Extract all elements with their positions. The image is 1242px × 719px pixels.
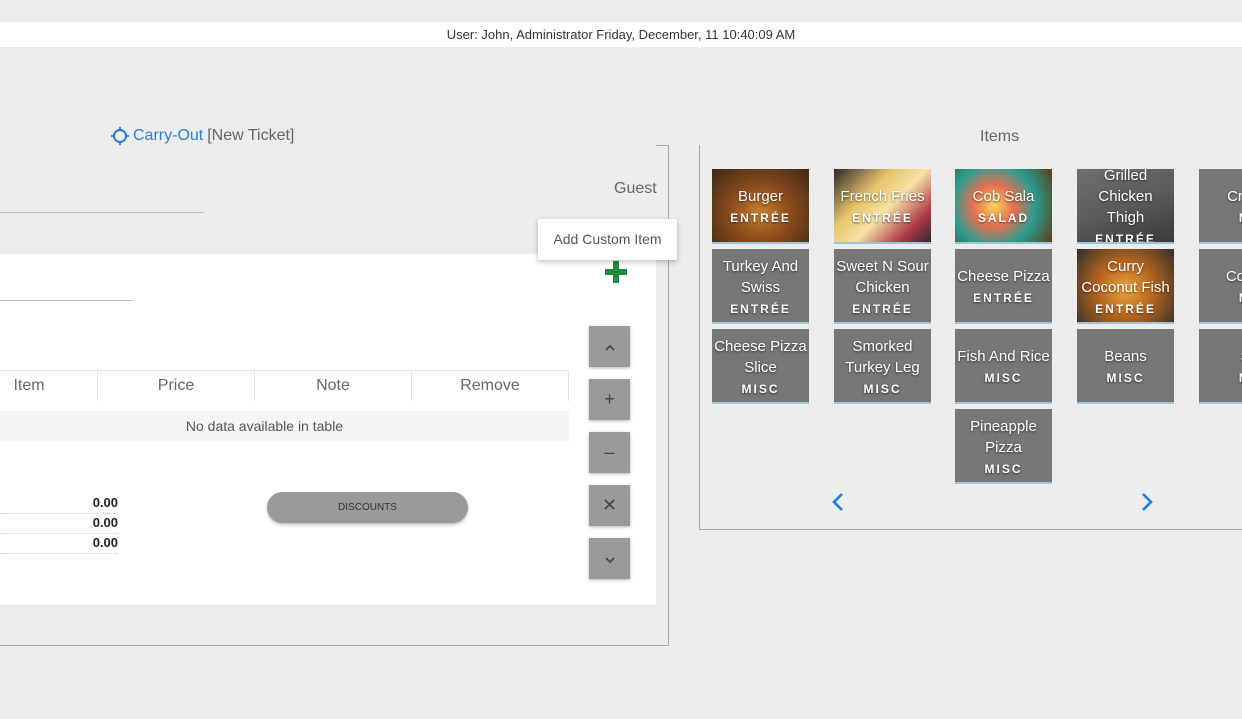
ticket-panel: Item Price Note Remove No data available… — [0, 254, 656, 605]
decrease-button[interactable]: – — [589, 432, 630, 473]
tile-content: Cheese Pizza ENTRÉE — [955, 249, 1052, 322]
tile-content: Smorked Turkey Leg MISC — [834, 329, 931, 402]
frame-line — [656, 145, 668, 146]
tile-category: SALAD — [977, 211, 1030, 225]
ticket-items-table: Item Price Note Remove No data available… — [0, 370, 569, 441]
tile-content: Pineapple Pizza MISC — [955, 409, 1052, 482]
menu-item-tile[interactable]: French Fries ENTRÉE — [834, 169, 931, 244]
menu-item-tile[interactable]: Beans MISC — [1077, 329, 1174, 404]
add-custom-item-tooltip: Add Custom Item — [538, 219, 677, 260]
discounts-button[interactable]: DISCOUNTS — [267, 492, 468, 523]
tile-category: MISC — [1106, 371, 1145, 385]
tile-content: Beans MISC — [1077, 329, 1174, 402]
menu-item-tile[interactable]: Fish And Rice MISC — [955, 329, 1052, 404]
tile-name: Cheese Pizza — [957, 268, 1050, 285]
tile-name: Beans — [1104, 348, 1147, 365]
menu-item-tile[interactable]: Cheese Pizza ENTRÉE — [955, 249, 1052, 324]
tile-name: Cocoa — [1225, 268, 1242, 285]
next-page-arrow-icon[interactable] — [1137, 490, 1157, 514]
menu-item-tile[interactable]: Pineapple Pizza MISC — [955, 409, 1052, 484]
user-info-text: User: John, Administrator Friday, Decemb… — [446, 27, 796, 42]
frame-line — [0, 645, 669, 646]
menu-item-tile[interactable]: Cheese Pizza Slice MISC — [712, 329, 809, 404]
tile-name: Crab I — [1227, 188, 1242, 205]
column-header-item[interactable]: Item — [0, 370, 98, 406]
items-panel-title: Items — [980, 128, 1020, 145]
panel-input-underline[interactable] — [0, 300, 133, 301]
tile-name: French Fries — [840, 188, 925, 205]
tile-name: Pineapple Pizza — [970, 417, 1037, 456]
tile-name: Fish And Rice — [957, 348, 1050, 365]
tile-category: MISC — [984, 461, 1023, 476]
menu-item-tile[interactable]: CocoaMI — [1199, 249, 1242, 324]
total-value: 0.00 — [0, 494, 118, 514]
tile-content: CocoaMI — [1199, 249, 1242, 322]
guest-label: Guest — [614, 180, 657, 197]
previous-page-arrow-icon[interactable] — [828, 490, 848, 514]
menu-item-tile[interactable]: Cob Sala SALAD — [955, 169, 1052, 244]
plus-icon: + — [604, 389, 615, 409]
column-header-price[interactable]: Price — [97, 370, 255, 406]
tile-content: Fish And Rice MISC — [955, 329, 1052, 402]
menu-item-tile[interactable]: Grilled Chicken Thigh ENTRÉE — [1077, 169, 1174, 244]
increase-button[interactable]: + — [589, 379, 630, 420]
tile-name: Burger — [737, 188, 784, 205]
tile-category: ENTRÉE — [1095, 232, 1156, 244]
close-icon: ✕ — [601, 495, 618, 515]
ticket-header: Carry-Out [New Ticket] — [111, 127, 294, 145]
chevron-up-icon — [604, 336, 616, 357]
chevron-down-icon — [604, 548, 616, 569]
tile-content: Cob Sala SALAD — [955, 169, 1052, 242]
menu-item-tile[interactable]: StMI — [1199, 329, 1242, 404]
minus-icon: – — [604, 442, 615, 462]
menu-item-tile[interactable]: Turkey And Swiss ENTRÉE — [712, 249, 809, 324]
scroll-up-button[interactable] — [589, 326, 630, 367]
tile-category: MISC — [741, 381, 780, 396]
tile-name: Curry Coconut Fish — [1081, 257, 1170, 296]
menu-item-tile[interactable]: Sweet N Sour Chicken ENTRÉE — [834, 249, 931, 324]
column-header-note[interactable]: Note — [254, 370, 412, 406]
column-header-remove[interactable]: Remove — [411, 370, 569, 406]
tile-category: MISC — [863, 381, 902, 396]
tile-content: Grilled Chicken Thigh ENTRÉE — [1077, 169, 1174, 242]
ticket-label: [New Ticket] — [207, 127, 295, 144]
tile-content: Crab IMI — [1199, 169, 1242, 242]
scroll-down-button[interactable] — [589, 538, 630, 579]
tile-content: French Fries ENTRÉE — [834, 169, 931, 242]
menu-item-tile[interactable]: Curry Coconut Fish ENTRÉE — [1077, 249, 1174, 324]
menu-item-tile[interactable]: Burger ENTRÉE — [712, 169, 809, 244]
tile-category: ENTRÉE — [973, 291, 1034, 305]
menu-item-tile[interactable]: Crab IMI — [1199, 169, 1242, 244]
delete-button[interactable]: ✕ — [589, 485, 630, 526]
user-info-bar: User: John, Administrator Friday, Decemb… — [0, 22, 1242, 47]
menu-item-tile[interactable]: Smorked Turkey Leg MISC — [834, 329, 931, 404]
total-value: 0.00 — [0, 534, 118, 554]
add-custom-item-plus-icon[interactable] — [602, 258, 630, 286]
tile-content: Sweet N Sour Chicken ENTRÉE — [834, 249, 931, 322]
tile-content: Turkey And Swiss ENTRÉE — [712, 249, 809, 322]
tile-name: Smorked Turkey Leg — [845, 337, 920, 376]
empty-table-message: No data available in table — [0, 400, 569, 441]
tile-category: ENTRÉE — [852, 301, 913, 316]
tile-category: ENTRÉE — [730, 301, 791, 316]
tile-name: Turkey And Swiss — [722, 257, 799, 296]
tile-category: ENTRÉE — [852, 211, 913, 225]
tile-content: StMI — [1199, 329, 1242, 402]
tile-name: Cheese Pizza Slice — [714, 337, 807, 376]
tile-content: Curry Coconut Fish ENTRÉE — [1077, 249, 1174, 322]
crosshair-icon — [111, 127, 129, 145]
tile-name: Cob Sala — [972, 188, 1035, 205]
tile-content: Cheese Pizza Slice MISC — [712, 329, 809, 402]
tile-category: ENTRÉE — [1095, 301, 1156, 316]
order-type-link[interactable]: Carry-Out — [133, 127, 203, 145]
tile-name: Sweet N Sour Chicken — [836, 257, 929, 296]
tile-content: Burger ENTRÉE — [712, 169, 809, 242]
guest-input-underline[interactable] — [0, 212, 204, 213]
totals: 0.00 0.00 0.00 — [0, 494, 118, 554]
tile-category: ENTRÉE — [730, 211, 791, 225]
tile-name: Grilled Chicken Thigh — [1098, 169, 1153, 226]
total-value: 0.00 — [0, 514, 118, 534]
tile-category: MISC — [984, 371, 1023, 385]
